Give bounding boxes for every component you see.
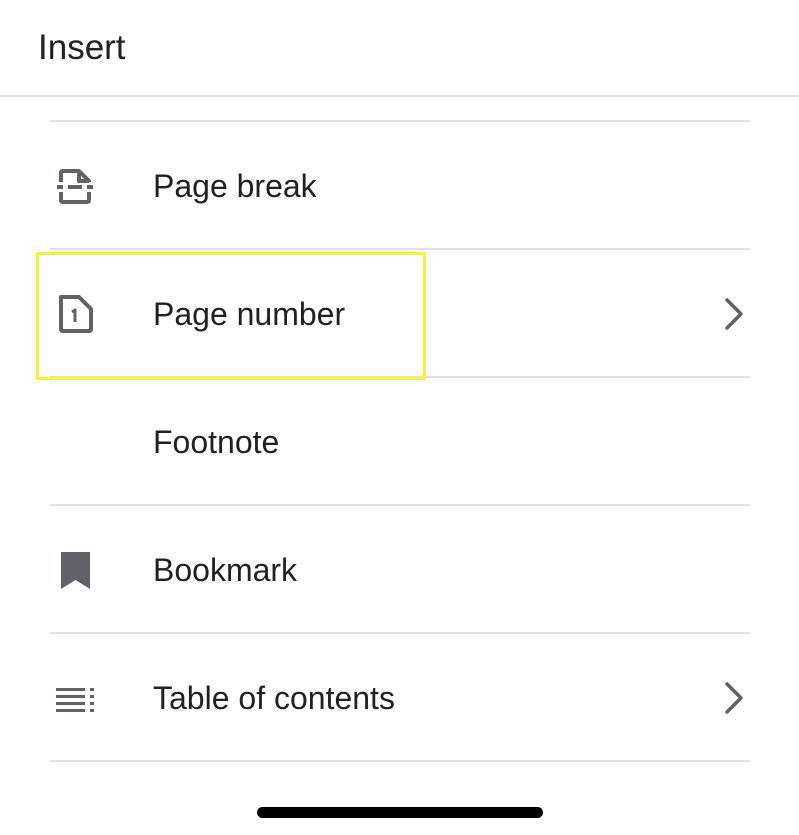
menu-item-label: Table of contents (153, 680, 395, 716)
table-of-contents-icon (52, 675, 98, 721)
chevron-right-icon (722, 681, 746, 715)
menu-item-bookmark[interactable]: Bookmark (50, 506, 750, 632)
divider (50, 760, 750, 762)
insert-menu: Page break Page number Footnote Bookmark (50, 120, 750, 762)
page-break-icon (52, 163, 98, 209)
home-indicator[interactable] (257, 807, 543, 818)
menu-item-footnote[interactable]: Footnote (50, 378, 750, 504)
menu-item-label: Page break (153, 168, 317, 204)
chevron-right-icon (722, 297, 746, 331)
page-title: Insert (38, 28, 126, 67)
menu-item-page-number[interactable]: Page number (50, 250, 750, 376)
menu-item-page-break[interactable]: Page break (50, 122, 750, 248)
menu-item-table-of-contents[interactable]: Table of contents (50, 634, 750, 760)
menu-item-label: Page number (153, 296, 346, 332)
insert-header: Insert (0, 0, 799, 97)
menu-item-label: Footnote (153, 424, 280, 460)
menu-item-label: Bookmark (153, 552, 298, 588)
bookmark-icon (52, 547, 98, 593)
page-number-icon (52, 291, 98, 337)
